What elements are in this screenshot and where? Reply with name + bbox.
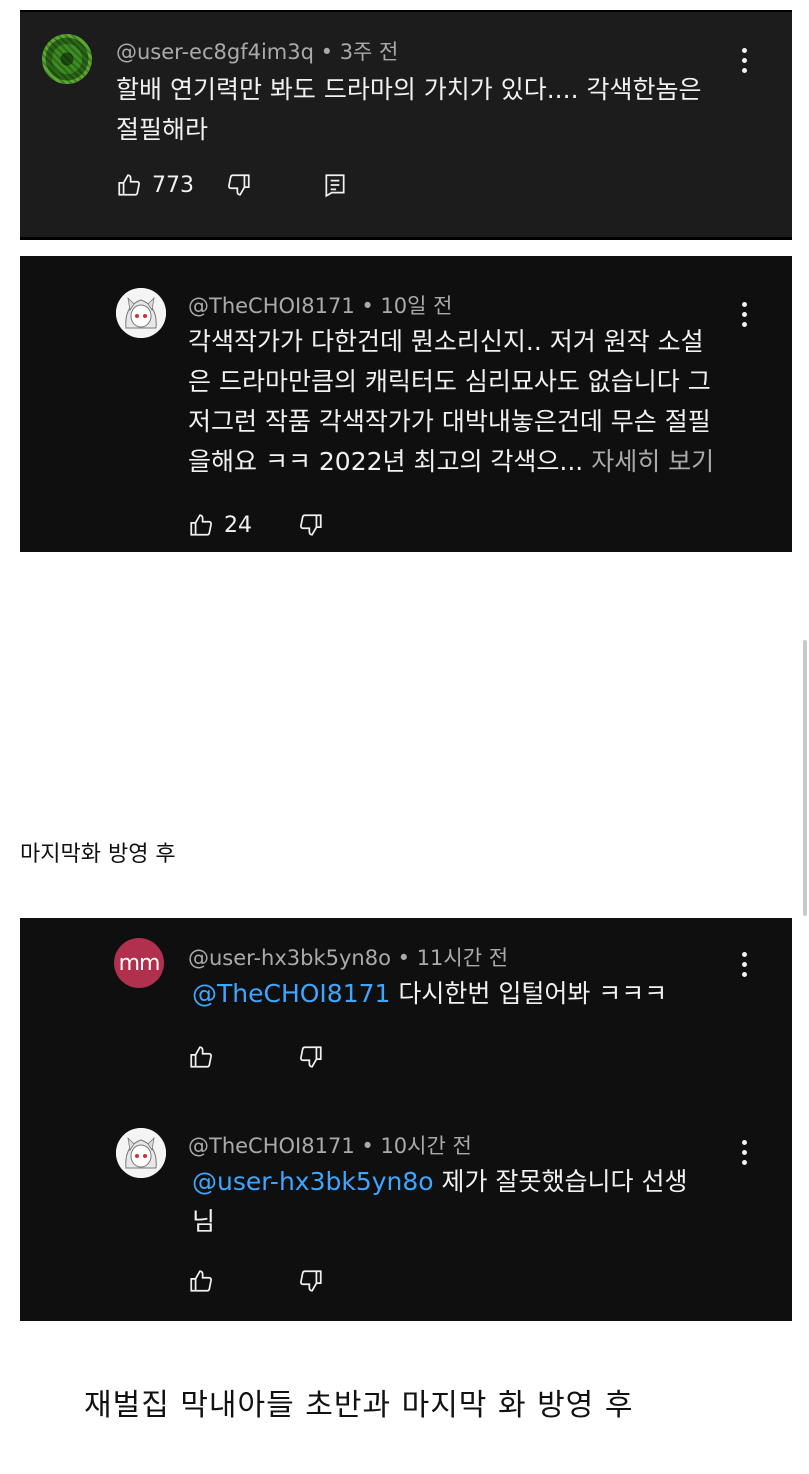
more-vert-icon[interactable]	[734, 300, 754, 330]
like-count: 24	[224, 512, 252, 538]
comment-line: 각색작가가 다한건데 뭔소리신지.. 저거 원작 소설	[188, 327, 704, 356]
comment-meta: @TheCHOI8171 • 10일 전	[188, 290, 452, 320]
comment-line: 저그런 작품 각색작가가 대박내놓은건데 무슨 절필	[188, 407, 711, 436]
scrollbar[interactable]	[803, 640, 807, 916]
avatar[interactable]	[42, 34, 92, 84]
comment-text: 할배 연기력만 봐도 드라마의 가치가 있다.... 각색한놈은 절필해라	[116, 70, 736, 150]
comment-actions	[188, 1268, 324, 1294]
comment-line: 다시한번 입털어봐 ㅋㅋㅋ	[398, 979, 668, 1008]
comment-panel-1: @user-ec8gf4im3q • 3주 전 할배 연기력만 봐도 드라마의 …	[20, 10, 792, 240]
caption: 마지막화 방영 후	[20, 842, 176, 867]
more-vert-icon[interactable]	[734, 950, 754, 980]
comment-line: 을해요 ㅋㅋ 2022년 최고의 각색으... 자세히 보기	[188, 442, 768, 482]
reply-icon[interactable]	[322, 172, 348, 198]
comment-line: 절필해라	[116, 115, 209, 144]
more-vert-icon[interactable]	[734, 1138, 754, 1168]
comment-meta: @user-hx3bk5yn8o • 11시간 전	[188, 942, 508, 972]
thumbs-up-icon[interactable]	[188, 1268, 214, 1294]
thumbs-down-icon[interactable]	[298, 1044, 324, 1070]
avatar[interactable]: mm	[114, 938, 164, 988]
author-name[interactable]: @user-hx3bk5yn8o	[188, 946, 391, 970]
thumbs-down-icon[interactable]	[298, 512, 324, 538]
comment-actions: 773	[116, 172, 348, 198]
comment-actions: 24	[188, 512, 324, 538]
comment-text: @TheCHOI8171 다시한번 입털어봐 ㅋㅋㅋ	[192, 974, 752, 1014]
author-name[interactable]: @user-ec8gf4im3q	[116, 40, 314, 64]
timestamp: 11시간 전	[416, 946, 509, 970]
separator-dot: •	[361, 1134, 381, 1158]
separator-dot: •	[361, 294, 381, 318]
comment-actions	[188, 1044, 324, 1070]
timestamp: 10일 전	[380, 294, 453, 318]
comment-text: @user-hx3bk5yn8o 제가 잘못했습니다 선생 님	[192, 1162, 752, 1242]
more-vert-icon[interactable]	[734, 46, 754, 76]
comment-panel-2: @TheCHOI8171 • 10일 전 각색작가가 다한건데 뭔소리신지.. …	[20, 256, 792, 552]
thumbs-up-icon[interactable]	[188, 512, 214, 538]
comment-meta: @user-ec8gf4im3q • 3주 전	[116, 36, 398, 66]
thumbs-up-icon[interactable]	[188, 1044, 214, 1070]
timestamp: 3주 전	[339, 40, 399, 64]
comment-meta: @TheCHOI8171 • 10시간 전	[188, 1130, 472, 1160]
read-more-link[interactable]: 자세히 보기	[591, 447, 714, 476]
author-name[interactable]: @TheCHOI8171	[188, 1134, 355, 1158]
comment-line-text: 을해요 ㅋㅋ 2022년 최고의 각색으...	[188, 447, 584, 476]
footer-caption: 재벌집 막내아들 초반과 마지막 화 방영 후	[84, 1388, 634, 1423]
mention-link[interactable]: @TheCHOI8171	[192, 979, 390, 1008]
comment-line: 할배 연기력만 봐도 드라마의 가치가 있다.... 각색한놈은	[116, 75, 702, 104]
thumbs-down-icon[interactable]	[298, 1268, 324, 1294]
comment-panel-3: mm @user-hx3bk5yn8o • 11시간 전 @TheCHOI817…	[20, 918, 792, 1321]
separator-dot: •	[320, 40, 340, 64]
avatar[interactable]	[116, 1128, 166, 1178]
avatar[interactable]	[116, 288, 166, 338]
mention-link[interactable]: @user-hx3bk5yn8o	[192, 1167, 434, 1196]
timestamp: 10시간 전	[380, 1134, 472, 1158]
thumbs-down-icon[interactable]	[226, 172, 252, 198]
comment-line: 은 드라마만큼의 캐릭터도 심리묘사도 없습니다 그	[188, 367, 711, 396]
author-name[interactable]: @TheCHOI8171	[188, 294, 355, 318]
thumbs-up-icon[interactable]	[116, 172, 142, 198]
like-count: 773	[152, 172, 194, 198]
separator-dot: •	[397, 946, 417, 970]
comment-line-text: 제가 잘못했습니다 선생	[441, 1167, 688, 1196]
comment-text: 각색작가가 다한건데 뭔소리신지.. 저거 원작 소설 은 드라마만큼의 캐릭터…	[188, 322, 768, 482]
comment-line: 님	[192, 1207, 216, 1236]
comment-line: @user-hx3bk5yn8o 제가 잘못했습니다 선생	[192, 1162, 752, 1202]
